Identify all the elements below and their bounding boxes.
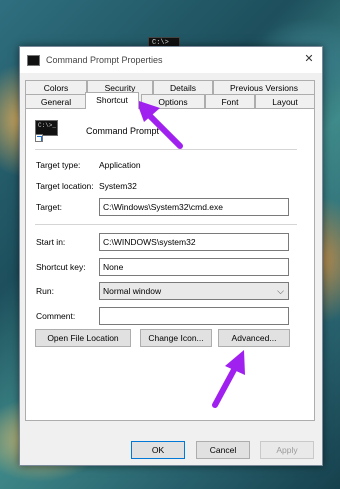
- close-icon[interactable]: ✕: [302, 52, 316, 66]
- cancel-button[interactable]: Cancel: [196, 441, 250, 459]
- app-name: Command Prompt: [86, 126, 160, 136]
- tab-layout[interactable]: Layout: [255, 94, 315, 108]
- tab-general[interactable]: General: [25, 94, 87, 108]
- start-in-input[interactable]: C:\WINDOWS\system32: [99, 233, 289, 251]
- change-icon-button[interactable]: Change Icon...: [140, 329, 212, 347]
- comment-label: Comment:: [36, 311, 76, 321]
- tab-colors[interactable]: Colors: [25, 80, 87, 94]
- apply-button[interactable]: Apply: [260, 441, 314, 459]
- run-label: Run:: [36, 286, 54, 296]
- open-file-location-button[interactable]: Open File Location: [35, 329, 131, 347]
- divider: [35, 224, 297, 225]
- comment-input[interactable]: [99, 307, 289, 325]
- shortcut-key-label: Shortcut key:: [36, 262, 86, 272]
- run-selected-value: Normal window: [103, 286, 162, 296]
- chevron-down-icon: ⌵: [277, 286, 284, 296]
- tab-previous-versions[interactable]: Previous Versions: [213, 80, 315, 94]
- target-label: Target:: [36, 202, 62, 212]
- title-bar: Command Prompt Properties ✕: [20, 47, 322, 73]
- target-input[interactable]: C:\Windows\System32\cmd.exe: [99, 198, 289, 216]
- advanced-button[interactable]: Advanced...: [218, 329, 290, 347]
- target-type-value: Application: [99, 160, 141, 170]
- shortcut-key-input[interactable]: None: [99, 258, 289, 276]
- tab-font[interactable]: Font: [205, 94, 255, 108]
- target-type-label: Target type:: [36, 160, 81, 170]
- dialog-title: Command Prompt Properties: [46, 55, 163, 65]
- target-location-label: Target location:: [36, 181, 94, 191]
- ok-button[interactable]: OK: [131, 441, 185, 459]
- run-dropdown[interactable]: Normal window ⌵: [99, 282, 289, 300]
- tab-options[interactable]: Options: [141, 94, 205, 108]
- properties-dialog: Command Prompt Properties ✕ Colors Secur…: [19, 46, 323, 466]
- tab-details[interactable]: Details: [153, 80, 213, 94]
- divider: [35, 149, 297, 150]
- tab-shortcut[interactable]: Shortcut: [85, 92, 139, 109]
- target-location-value: System32: [99, 181, 137, 191]
- shortcut-arrow-icon: [35, 134, 43, 142]
- command-prompt-icon: [27, 55, 40, 66]
- start-in-label: Start in:: [36, 237, 66, 247]
